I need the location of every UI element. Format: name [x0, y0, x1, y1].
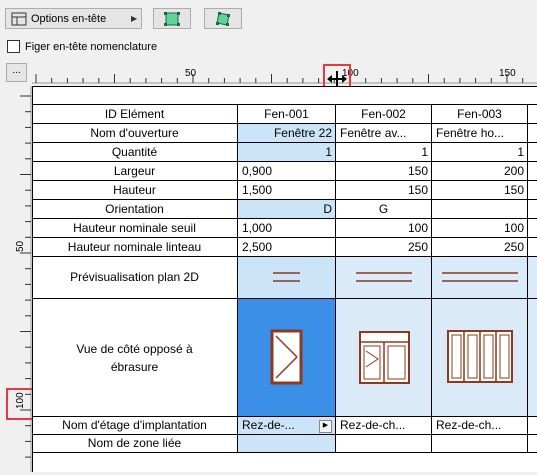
submenu-arrow-icon: ▶	[131, 14, 138, 23]
table-cell[interactable]: 200	[432, 162, 528, 181]
table-cell[interactable]: Rez-de-ch...	[432, 417, 528, 435]
row-label: Hauteur	[32, 181, 238, 200]
side-view-label: Vue de côté opposé à ébrasure	[76, 341, 193, 374]
table-cell[interactable]: D	[238, 200, 336, 219]
row-resize-highlight	[6, 388, 34, 420]
table-cell[interactable]: Rez-de-ch...	[336, 417, 432, 435]
row-label: Hauteur nominale linteau	[32, 238, 238, 257]
table-cell[interactable]	[238, 435, 336, 453]
table-row: Nom de zone liée	[32, 435, 537, 453]
table-cell[interactable]: 100	[432, 219, 528, 238]
table-cell[interactable]: G	[336, 200, 432, 219]
frame-rotate-icon	[216, 11, 230, 26]
schedule-title-row	[32, 87, 537, 105]
ruler-label-v50: 50	[15, 240, 26, 252]
table-cell[interactable]: 100	[336, 219, 432, 238]
ruler-label-50: 50	[185, 68, 197, 79]
horizontal-ruler[interactable]: 50 100 150	[32, 62, 537, 84]
row-label: Nom d'ouverture	[32, 124, 238, 143]
story-cell[interactable]: Rez-de-... ▶	[238, 417, 336, 435]
table-cell[interactable]: 1,500	[238, 181, 336, 200]
table-cell[interactable]: 1	[432, 143, 528, 162]
row-label: Orientation	[32, 200, 238, 219]
row-label: Hauteur nominale seuil	[32, 219, 238, 238]
window-plan-symbol-icon	[442, 272, 518, 282]
plan-preview-cell[interactable]	[432, 257, 528, 299]
window-plan-symbol-icon	[356, 272, 412, 282]
header-options-label: Options en-tête	[31, 12, 107, 25]
table-cell[interactable]: Fenêtre ho...	[432, 124, 528, 143]
frame-select-icon	[164, 11, 180, 26]
table-cell-text: Rez-de-...	[242, 418, 295, 432]
table-cell[interactable]: 2,500	[238, 238, 336, 257]
header-label[interactable]: ID Elément	[32, 105, 238, 124]
row-label: Nom d'étage d'implantation	[32, 417, 238, 435]
row-label: Prévisualisation plan 2D	[32, 257, 238, 299]
table-cell[interactable]	[432, 435, 528, 453]
table-row: Vue de côté opposé à ébrasure	[32, 299, 537, 417]
sliding-window-elevation-icon	[447, 330, 513, 383]
table-cell[interactable]: 1	[238, 143, 336, 162]
table-row: Quantité 1 1 1	[32, 143, 537, 162]
table-row: Hauteur 1,500 150 150	[32, 181, 537, 200]
column-header[interactable]: Fen-001	[238, 105, 336, 124]
table-row: Nom d'étage d'implantation Rez-de-... ▶ …	[32, 417, 537, 435]
plan-preview-cell[interactable]	[238, 257, 336, 299]
row-label: Quantité	[32, 143, 238, 162]
row-label: Nom de zone liée	[32, 435, 238, 453]
table-cell[interactable]: 0,900	[238, 162, 336, 181]
column-header[interactable]: Fen-002	[336, 105, 432, 124]
table-cell[interactable]: 150	[336, 181, 432, 200]
window-elevation-icon	[359, 331, 410, 384]
freeze-header-checkbox[interactable]	[7, 40, 20, 53]
table-cell[interactable]: 1	[336, 143, 432, 162]
table-cell[interactable]: 150	[432, 181, 528, 200]
table-header-icon	[11, 12, 27, 26]
freeze-header-option[interactable]: Figer en-tête nomenclature	[7, 40, 157, 53]
side-view-cell[interactable]	[432, 299, 528, 417]
table-cell[interactable]: Fenêtre 22	[238, 124, 336, 143]
table-cell[interactable]: 250	[336, 238, 432, 257]
table-cell[interactable]: 1,000	[238, 219, 336, 238]
table-cell[interactable]: 150	[336, 162, 432, 181]
rotate-frame-button[interactable]	[204, 8, 242, 29]
casement-window-elevation-icon	[270, 329, 303, 385]
table-row: Prévisualisation plan 2D	[32, 257, 537, 299]
table-row: Hauteur nominale linteau 2,500 250 250	[32, 238, 537, 257]
table-cell[interactable]	[336, 435, 432, 453]
ruler-corner-button[interactable]: ...	[6, 63, 27, 82]
header-options-button[interactable]: Options en-tête ▶	[5, 8, 142, 29]
table-row: Largeur 0,900 150 200	[32, 162, 537, 181]
window-plan-symbol-icon	[273, 272, 300, 282]
table-cell[interactable]	[432, 200, 528, 219]
table-row: Nom d'ouverture Fenêtre 22 Fenêtre av...…	[32, 124, 537, 143]
row-label: Vue de côté opposé à ébrasure	[32, 299, 238, 417]
schedule-sheet: ID Elément Fen-001 Fen-002 Fen-003 Nom d…	[32, 86, 537, 472]
schedule-header-row: ID Elément Fen-001 Fen-002 Fen-003	[32, 105, 537, 124]
table-row: Orientation D G	[32, 200, 537, 219]
dropdown-arrow-icon[interactable]: ▶	[319, 420, 332, 433]
table-row: Hauteur nominale seuil 1,000 100 100	[32, 219, 537, 238]
row-label: Largeur	[32, 162, 238, 181]
side-view-cell[interactable]	[238, 299, 336, 417]
ruler-label-150: 150	[499, 68, 516, 79]
side-view-cell[interactable]	[336, 299, 432, 417]
select-frame-button[interactable]	[153, 8, 191, 29]
column-header[interactable]: Fen-003	[432, 105, 528, 124]
table-cell[interactable]: Fenêtre av...	[336, 124, 432, 143]
table-cell[interactable]: 250	[432, 238, 528, 257]
plan-preview-cell[interactable]	[336, 257, 432, 299]
toolbar: Options en-tête ▶ Figer en-tête nomencla…	[0, 0, 537, 53]
freeze-header-label: Figer en-tête nomenclature	[25, 40, 158, 53]
